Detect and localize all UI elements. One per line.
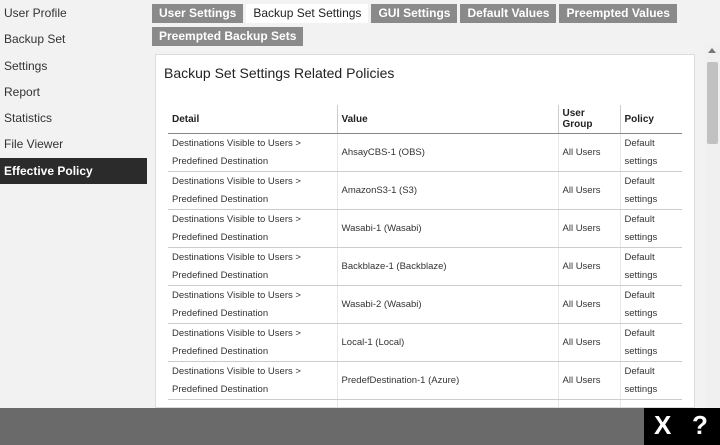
help-icon[interactable]: ? — [692, 410, 708, 441]
cell-value: Local / Mapped Drive / Network Drive / — [337, 399, 559, 407]
cell-policy: Default settings — [620, 361, 682, 400]
scrollbar-thumb[interactable] — [707, 62, 718, 144]
detail-line-2: Predefined Destination — [172, 383, 269, 395]
sidebar: User Profile Backup Set Settings Report … — [0, 0, 147, 408]
detail-line-2: Predefined Destination — [172, 269, 269, 281]
cell-detail: Destinations Visible to Users > Predefine… — [168, 285, 338, 324]
cell-user-group: All Users — [558, 209, 621, 248]
policy-line-2: settings — [624, 193, 658, 205]
tab-preempted-backup-sets[interactable]: Preempted Backup Sets — [152, 27, 304, 46]
policy-line-1: Default — [624, 137, 655, 149]
table-row: Destinations Visible to Users > Predefine… — [168, 361, 682, 400]
cell-detail: Destinations Visible to Users > Predefine… — [168, 323, 338, 362]
cell-detail: Destinations Visible to Users > Predefine… — [168, 133, 338, 172]
tab-backup-set-settings[interactable]: Backup Set Settings — [246, 4, 369, 23]
cell-value: AhsayCBS-1 (OBS) — [337, 133, 559, 172]
detail-line-1: Destinations Visible to Users > — [172, 365, 301, 377]
cell-value: AmazonS3-1 (S3) — [337, 171, 559, 210]
cell-value: Local-1 (Local) — [337, 323, 559, 362]
policy-line-1: Default — [624, 289, 655, 301]
table-header-row: Detail Value User Group Policy — [168, 105, 682, 134]
cell-detail: Destinations Visible to Users > Predefine… — [168, 247, 338, 286]
policy-line-2: settings — [624, 231, 658, 243]
sidebar-item-user-profile[interactable]: User Profile — [0, 0, 147, 26]
bottom-actions: X ? — [644, 408, 720, 445]
detail-line-1: Destinations Visible to Users > — [172, 289, 301, 301]
cell-policy: Default settings — [620, 285, 682, 324]
column-header-user-group: User Group — [558, 105, 621, 134]
column-header-value: Value — [337, 105, 559, 134]
cell-user-group: All Users — [558, 247, 621, 286]
policy-line-1: Default — [624, 213, 655, 225]
detail-line-2: Predefined Destination — [172, 307, 269, 319]
tab-bar: User Settings Backup Set Settings GUI Sett… — [152, 4, 692, 50]
cell-user-group: All Users — [558, 133, 621, 172]
cell-policy: Default settings — [620, 323, 682, 362]
table-row: Destinations Visible to Users > Predefine… — [168, 209, 682, 248]
cell-policy: Default settings — [620, 209, 682, 248]
detail-line-2: Predefined Destination — [172, 231, 269, 243]
section-title: Backup Set Settings Related Policies — [164, 65, 395, 81]
detail-line-2: Predefined Destination — [172, 345, 269, 357]
detail-line-1: Destinations Visible to Users > — [172, 175, 301, 187]
policy-line-1: Default — [624, 365, 655, 377]
policy-line-1: Default — [624, 327, 655, 339]
cell-policy: Default settings — [620, 171, 682, 210]
table-row: Destinations Visible to Users > Predefine… — [168, 133, 682, 172]
cell-value: Wasabi-2 (Wasabi) — [337, 285, 559, 324]
bottom-bar: X ? — [0, 408, 720, 445]
detail-line-2: Predefined Destination — [172, 193, 269, 205]
table-row: Destinations Visible to Users >Local / M… — [168, 399, 682, 407]
sidebar-item-report[interactable]: Report — [0, 79, 147, 105]
sidebar-item-backup-set[interactable]: Backup Set — [0, 26, 147, 52]
detail-line-1: Destinations Visible to Users > — [172, 251, 301, 263]
column-header-policy: Policy — [620, 105, 682, 134]
scroll-up-arrow-icon[interactable] — [708, 48, 716, 53]
cell-user-group: All Users — [558, 323, 621, 362]
policy-line-2: settings — [624, 155, 658, 167]
cell-detail: Destinations Visible to Users > — [168, 399, 338, 407]
cell-user-group: All Users — [558, 399, 621, 407]
sidebar-item-settings[interactable]: Settings — [0, 53, 147, 79]
cell-policy: Default settings — [620, 247, 682, 286]
policy-line-1: Default — [624, 175, 655, 187]
detail-line-1: Destinations Visible to Users > — [172, 137, 301, 149]
policy-table: Detail Value User Group Policy Destinati… — [168, 105, 682, 407]
policy-line-2: settings — [624, 269, 658, 281]
cell-policy: Default settings — [620, 133, 682, 172]
cell-detail: Destinations Visible to Users > Predefine… — [168, 171, 338, 210]
cell-user-group: All Users — [558, 285, 621, 324]
detail-line-1: Destinations Visible to Users > — [172, 213, 301, 225]
cell-user-group: All Users — [558, 361, 621, 400]
cell-value: Backblaze-1 (Backblaze) — [337, 247, 559, 286]
cell-detail: Destinations Visible to Users > Predefine… — [168, 361, 338, 400]
cell-value: PredefDestination-1 (Azure) — [337, 361, 559, 400]
cell-value: Wasabi-1 (Wasabi) — [337, 209, 559, 248]
table-row: Destinations Visible to Users > Predefine… — [168, 285, 682, 324]
cell-policy: Default — [620, 399, 682, 407]
table-row: Destinations Visible to Users > Predefine… — [168, 247, 682, 286]
policy-line-2: settings — [624, 307, 658, 319]
vertical-scrollbar[interactable] — [705, 44, 720, 408]
cell-detail: Destinations Visible to Users > Predefine… — [168, 209, 338, 248]
policy-line-2: settings — [624, 383, 658, 395]
sidebar-item-statistics[interactable]: Statistics — [0, 105, 147, 131]
tab-gui-settings[interactable]: GUI Settings — [371, 4, 458, 23]
sidebar-item-effective-policy[interactable]: Effective Policy — [0, 157, 147, 185]
policy-line-1: Default — [624, 251, 655, 263]
policy-line-2: settings — [624, 345, 658, 357]
detail-line-2: Predefined Destination — [172, 155, 269, 167]
table-row: Destinations Visible to Users > Predefine… — [168, 171, 682, 210]
table-row: Destinations Visible to Users > Predefine… — [168, 323, 682, 362]
cell-user-group: All Users — [558, 171, 621, 210]
tab-default-values[interactable]: Default Values — [460, 4, 557, 23]
content-panel: Backup Set Settings Related Policies Det… — [155, 54, 695, 408]
detail-line-1: Destinations Visible to Users > — [172, 327, 301, 339]
column-header-detail: Detail — [168, 105, 338, 134]
close-icon[interactable]: X — [654, 410, 671, 441]
sidebar-item-file-viewer[interactable]: File Viewer — [0, 131, 147, 157]
tab-user-settings[interactable]: User Settings — [152, 4, 244, 23]
tab-preempted-values[interactable]: Preempted Values — [559, 4, 677, 23]
